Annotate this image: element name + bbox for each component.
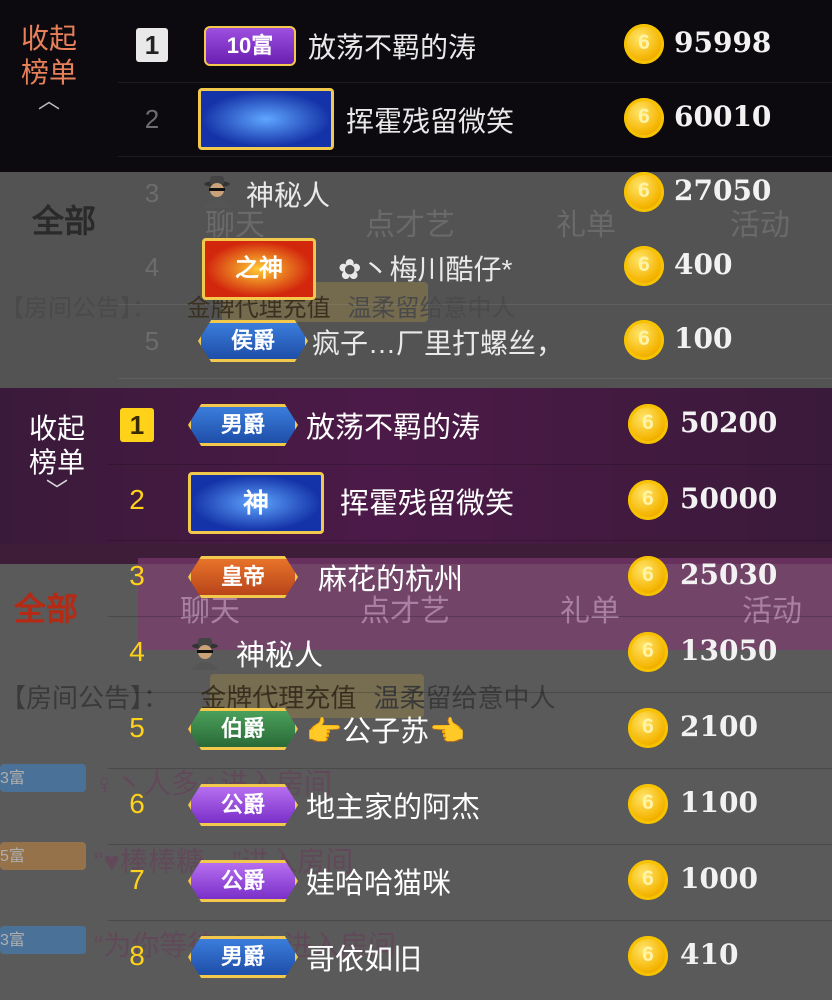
- coin-icon: [628, 708, 668, 748]
- leaderboard-row[interactable]: 1 男爵 放荡不羁的涛 50200: [108, 388, 832, 465]
- contribution-score: 410: [680, 938, 739, 971]
- noble-rank-badge: 公爵: [188, 860, 298, 902]
- tab-all[interactable]: 全部: [32, 196, 96, 242]
- contribution-score: 60010: [674, 100, 772, 133]
- leaderboard-panel-top: 全部 聊天 点才艺 礼单 活动 【房间公告】： 金牌代理充值 温柔留给意中人 收…: [0, 0, 832, 388]
- noble-rank-badge: 男爵: [188, 404, 298, 446]
- leaderboard-row[interactable]: 2 挥霍残留微笑 60010: [118, 82, 832, 157]
- contribution-score: 25030: [680, 558, 778, 591]
- chevron-down-icon: ﹀: [45, 478, 68, 503]
- mystery-person-icon: [191, 638, 219, 670]
- user-name[interactable]: 神秘人: [236, 632, 323, 674]
- god-level-badge: 之神: [202, 238, 316, 300]
- coin-icon: [628, 480, 668, 520]
- rank-number: 6: [129, 788, 145, 819]
- collapse-leaderboard-button[interactable]: 收起榜单 ﹀: [22, 412, 92, 502]
- user-name[interactable]: 娃哈哈猫咪: [306, 860, 451, 902]
- rank-number: 8: [129, 940, 145, 971]
- coin-icon: [628, 556, 668, 596]
- wealth-badge: 5富: [0, 842, 86, 870]
- noble-rank-badge: 男爵: [188, 936, 298, 978]
- coin-icon: [624, 98, 664, 138]
- coin-icon: [628, 936, 668, 976]
- coin-icon: [628, 632, 668, 672]
- coin-icon: [624, 246, 664, 286]
- noble-rank-badge: 公爵: [188, 784, 298, 826]
- leaderboard-row[interactable]: 7 公爵 娃哈哈猫咪 1000: [108, 844, 832, 921]
- user-name[interactable]: 哥依如旧: [306, 936, 422, 978]
- contribution-score: 2100: [680, 710, 758, 743]
- noble-rank-badge: 侯爵: [198, 320, 308, 362]
- leaderboard-row[interactable]: 6 公爵 地主家的阿杰 1100: [108, 768, 832, 845]
- god-badge-icon: 神: [188, 472, 324, 534]
- user-name[interactable]: ✿丶梅川酷仔*: [338, 248, 512, 288]
- rank-number: 5: [129, 712, 145, 743]
- user-name[interactable]: 麻花的杭州: [318, 556, 463, 598]
- chevron-up-icon: ︿: [37, 88, 60, 113]
- user-name[interactable]: 👉公子苏👈: [306, 708, 465, 750]
- leaderboard-row[interactable]: 5 伯爵 👉公子苏👈 2100: [108, 692, 832, 769]
- rank-number: 4: [129, 636, 145, 667]
- rank-number: 2: [129, 484, 145, 515]
- contribution-score: 27050: [674, 174, 772, 207]
- rank-number: 5: [144, 326, 160, 356]
- coin-icon: [624, 172, 664, 212]
- rank-number: 3: [144, 178, 160, 208]
- contribution-score: 1000: [680, 862, 758, 895]
- user-name[interactable]: 放荡不羁的涛: [308, 26, 476, 66]
- contribution-score: 400: [674, 248, 733, 281]
- leaderboard-row[interactable]: 8 男爵 哥依如旧 410: [108, 920, 832, 996]
- user-name[interactable]: 疯子…厂里打螺丝，: [312, 322, 564, 362]
- leaderboard-row[interactable]: 4 神秘人 13050: [108, 616, 832, 693]
- leaderboard-row[interactable]: 3 神秘人 27050: [118, 156, 832, 230]
- coin-icon: [628, 860, 668, 900]
- emperor-badge: 皇帝: [188, 556, 298, 598]
- leaderboard-row[interactable]: 3 皇帝 麻花的杭州 25030: [108, 540, 832, 617]
- user-name[interactable]: 挥霍残留微笑: [340, 480, 514, 522]
- rank-number: 4: [144, 252, 160, 282]
- collapse-label: 收起榜单: [29, 413, 86, 478]
- leaderboard-row[interactable]: 4 之神 ✿丶梅川酷仔* 400: [118, 230, 832, 305]
- collapse-leaderboard-button[interactable]: 收起榜单 ︿: [14, 22, 84, 112]
- rank-number: 2: [144, 104, 160, 134]
- god-badge-icon: [198, 88, 334, 150]
- rank-number: 7: [129, 864, 145, 895]
- mystery-person-icon: [203, 176, 231, 208]
- contribution-score: 50000: [680, 482, 778, 515]
- coin-icon: [628, 404, 668, 444]
- leaderboard-row[interactable]: 1 10富 放荡不羁的涛 95998: [118, 8, 832, 83]
- user-name[interactable]: 挥霍残留微笑: [346, 100, 514, 140]
- rank-number: 1: [120, 408, 154, 442]
- leaderboard-panel-bottom: 全部 聊天 点才艺 礼单 活动 【房间公告】： 金牌代理充值 温柔留给意中人 3…: [0, 388, 832, 1000]
- rank-number: 3: [129, 560, 145, 591]
- noble-rank-badge: 伯爵: [188, 708, 298, 750]
- collapse-label: 收起榜单: [21, 23, 78, 88]
- contribution-score: 1100: [680, 786, 758, 819]
- wealth-level-badge: 10富: [204, 26, 296, 66]
- tab-all[interactable]: 全部: [14, 584, 78, 630]
- wealth-badge: 3富: [0, 764, 86, 792]
- coin-icon: [624, 24, 664, 64]
- coin-icon: [628, 784, 668, 824]
- rank-number: 1: [136, 28, 168, 62]
- contribution-score: 100: [674, 322, 733, 355]
- contribution-score: 50200: [680, 406, 778, 439]
- contribution-score: 95998: [674, 26, 772, 59]
- user-name[interactable]: 神秘人: [246, 174, 330, 214]
- user-name[interactable]: 放荡不羁的涛: [306, 404, 480, 446]
- user-name[interactable]: 地主家的阿杰: [306, 784, 480, 826]
- leaderboard-row[interactable]: 5 侯爵 疯子…厂里打螺丝， 100: [118, 304, 832, 379]
- wealth-badge: 3富: [0, 926, 86, 954]
- contribution-score: 13050: [680, 634, 778, 667]
- leaderboard-row[interactable]: 2 神 挥霍残留微笑 50000: [108, 464, 832, 541]
- coin-icon: [624, 320, 664, 360]
